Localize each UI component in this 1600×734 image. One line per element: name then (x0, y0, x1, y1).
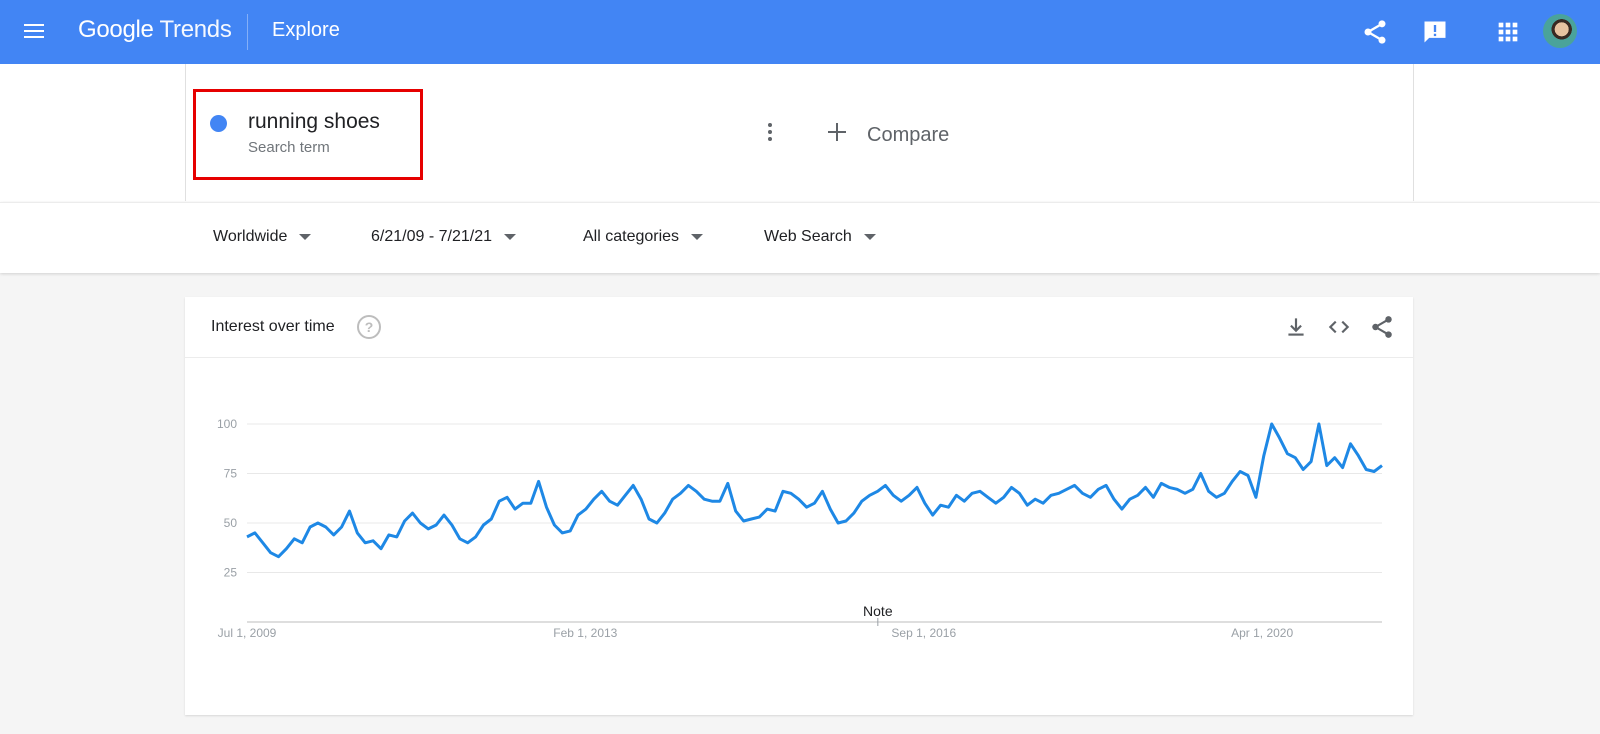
share-icon[interactable] (1361, 18, 1389, 46)
feedback-icon[interactable] (1421, 18, 1449, 46)
region-filter-label: Worldwide (213, 228, 288, 245)
filter-bar: Worldwide 6/21/09 - 7/21/21 All categori… (0, 202, 1600, 273)
interest-line-chart: 25 50 75 100 Jul 1, 2009 Feb 1, 2013 Sep 1, 20… (217, 417, 1383, 640)
google-trends-logo[interactable]: Google Trends (78, 16, 232, 44)
chevron-down-icon (863, 233, 876, 240)
category-filter[interactable]: All categories (583, 228, 704, 246)
card-header: Interest over time ? (185, 297, 1413, 358)
download-icon[interactable] (1283, 314, 1309, 340)
series-line-running-shoes[interactable] (246, 422, 1383, 559)
more-options-icon[interactable] (762, 120, 778, 148)
help-icon[interactable]: ? (357, 315, 381, 339)
y-tick-label: 25 (224, 566, 238, 580)
logo-google-text: Google (78, 16, 154, 43)
embed-icon[interactable] (1326, 314, 1352, 340)
x-tick-label: Apr 1, 2020 (1231, 626, 1293, 640)
logo-trends-text: Trends (159, 16, 232, 43)
y-tick-label: 50 (224, 516, 238, 530)
plus-icon[interactable] (826, 121, 848, 143)
avatar[interactable] (1543, 14, 1577, 48)
date-range-filter-label: 6/21/09 - 7/21/21 (371, 228, 492, 245)
x-tick-label: Feb 1, 2013 (553, 626, 617, 640)
y-tick-label: 75 (224, 467, 238, 481)
header-divider (247, 14, 248, 50)
share-icon[interactable] (1369, 314, 1395, 340)
x-tick-label: Jul 1, 2009 (218, 626, 277, 640)
chevron-down-icon (503, 233, 516, 240)
x-tick-label: Sep 1, 2016 (891, 626, 956, 640)
y-tick-label: 100 (217, 417, 237, 431)
date-range-filter[interactable]: 6/21/09 - 7/21/21 (371, 228, 516, 246)
top-app-bar: Google Trends Explore (0, 0, 1600, 64)
chevron-down-icon (691, 233, 704, 240)
note-label[interactable]: Note (863, 603, 893, 619)
compare-label[interactable]: Compare (867, 124, 949, 147)
page-title: Explore (272, 19, 340, 41)
chevron-down-icon (299, 233, 312, 240)
search-type-filter[interactable]: Web Search (764, 228, 876, 246)
apps-icon[interactable] (1494, 18, 1522, 46)
search-type-filter-label: Web Search (764, 228, 852, 245)
region-filter[interactable]: Worldwide (213, 228, 312, 246)
menu-icon[interactable] (20, 18, 48, 46)
interest-over-time-card: Interest over time ? 25 50 75 100 Jul 1, 200… (185, 297, 1413, 715)
card-title: Interest over time (211, 318, 335, 335)
highlight-annotation-box (193, 89, 423, 180)
category-filter-label: All categories (583, 228, 680, 245)
